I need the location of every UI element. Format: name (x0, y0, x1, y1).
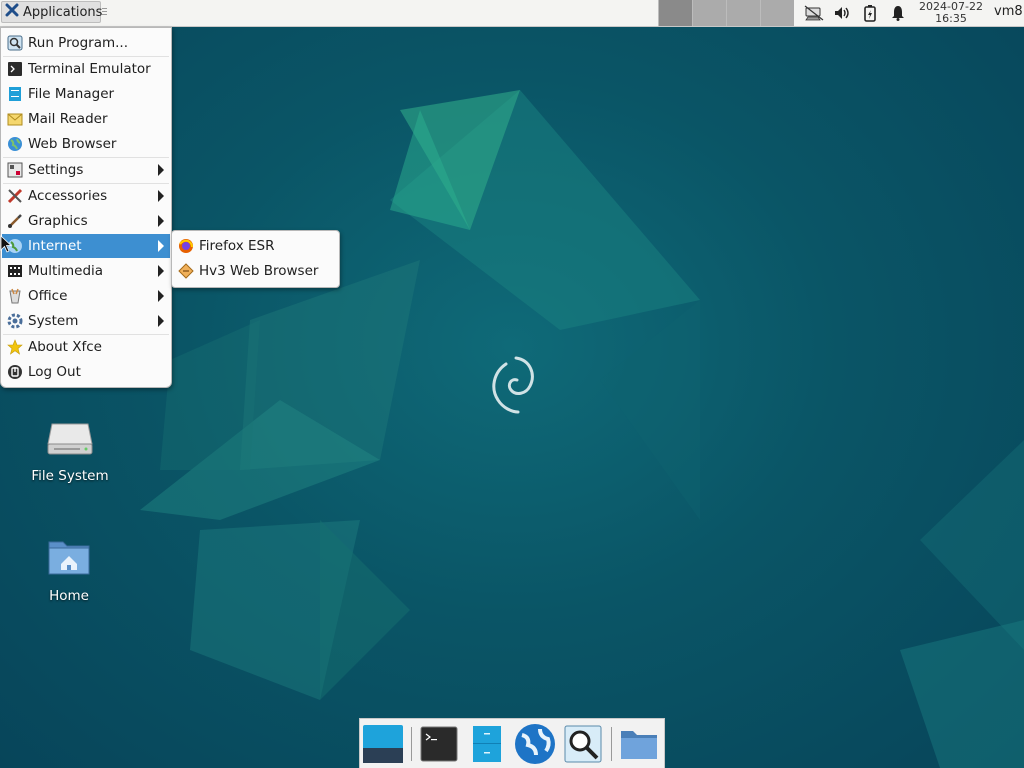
menu-item-label: Log Out (28, 364, 81, 380)
workspace-4[interactable] (760, 0, 794, 26)
desktop-icon-label: Home (49, 588, 89, 604)
submenu-item-hv3-web-browser[interactable]: Hv3 Web Browser (173, 259, 338, 283)
submenu-item-firefox-esr[interactable]: Firefox ESR (173, 234, 338, 258)
applications-menu: Run Program... Terminal Emulator File Ma… (0, 27, 172, 388)
drive-icon (46, 414, 94, 462)
hostname-label: vm8 (994, 4, 1023, 19)
menu-item-internet[interactable]: Internet (2, 234, 170, 258)
submenu-arrow-icon (158, 215, 164, 227)
dock-separator (411, 727, 412, 761)
dock-app-finder-button[interactable] (562, 723, 604, 765)
top-panel: Applications 2024-07-22 16:35 vm8 (0, 0, 1024, 27)
panel-clock[interactable]: 2024-07-22 16:35 (914, 1, 988, 25)
menu-item-log-out[interactable]: Log Out (2, 360, 170, 384)
submenu-item-label: Firefox ESR (199, 238, 275, 254)
submenu-item-label: Hv3 Web Browser (199, 263, 319, 279)
submenu-arrow-icon (158, 164, 164, 176)
menu-item-settings[interactable]: Settings (2, 158, 170, 182)
menu-item-accessories[interactable]: Accessories (2, 184, 170, 208)
menu-item-label: Office (28, 288, 68, 304)
submenu-arrow-icon (158, 315, 164, 327)
menu-item-label: About Xfce (28, 339, 102, 355)
clock-time: 16:35 (935, 12, 967, 25)
menu-item-label: Mail Reader (28, 111, 108, 127)
show-desktop-icon (363, 725, 403, 763)
folder-icon (621, 731, 657, 759)
settings-icon (6, 161, 24, 179)
menu-item-multimedia[interactable]: Multimedia (2, 259, 170, 283)
firefox-icon (177, 237, 195, 255)
menu-item-label: Settings (28, 162, 84, 178)
volume-icon[interactable] (832, 3, 852, 23)
bottom-dock (359, 718, 665, 768)
dock-file-manager-button[interactable] (466, 723, 508, 765)
menu-item-label: Terminal Emulator (28, 61, 151, 77)
logout-icon (6, 363, 24, 381)
dock-terminal-button[interactable] (418, 723, 460, 765)
xfce-logo-icon (5, 3, 19, 21)
web-browser-icon (6, 135, 24, 153)
app-finder-icon (564, 725, 602, 763)
menu-item-terminal-emulator[interactable]: Terminal Emulator (2, 57, 170, 81)
home-folder-icon (45, 534, 93, 582)
submenu-arrow-icon (158, 290, 164, 302)
menu-item-label: System (28, 313, 79, 329)
file-manager-icon (6, 85, 24, 103)
submenu-arrow-icon (158, 265, 164, 277)
internet-submenu: Firefox ESR Hv3 Web Browser (171, 230, 340, 288)
notifications-bell-icon[interactable] (888, 3, 908, 23)
file-manager-icon (473, 726, 501, 762)
desktop-icon-file-system[interactable]: File System (22, 414, 118, 484)
submenu-arrow-icon (158, 190, 164, 202)
graphics-icon (6, 212, 24, 230)
dock-folder-button[interactable] (618, 723, 660, 765)
menu-item-about-xfce[interactable]: About Xfce (2, 335, 170, 359)
menu-item-system[interactable]: System (2, 309, 170, 333)
run-program-icon (6, 34, 24, 52)
menu-item-mail-reader[interactable]: Mail Reader (2, 107, 170, 131)
menu-item-label: File Manager (28, 86, 115, 102)
mail-icon (6, 110, 24, 128)
menu-item-run-program[interactable]: Run Program... (2, 31, 170, 55)
menu-item-label: Internet (28, 238, 82, 254)
hv3-browser-icon (177, 262, 195, 280)
desktop-icon-home[interactable]: Home (21, 534, 117, 604)
show-desktop-button[interactable] (362, 723, 404, 765)
mouse-pointer-icon (0, 235, 12, 253)
system-icon (6, 312, 24, 330)
menu-item-web-browser[interactable]: Web Browser (2, 132, 170, 156)
applications-menu-button[interactable]: Applications (1, 1, 103, 23)
workspace-switcher (658, 0, 794, 26)
menu-item-label: Graphics (28, 213, 88, 229)
terminal-icon (6, 60, 24, 78)
desktop-icon-label: File System (31, 468, 109, 484)
system-tray (804, 3, 908, 23)
web-browser-icon (515, 724, 555, 764)
workspace-2[interactable] (692, 0, 726, 26)
terminal-icon (420, 726, 458, 762)
multimedia-icon (6, 262, 24, 280)
workspace-1[interactable] (658, 0, 692, 26)
network-icon[interactable] (804, 3, 824, 23)
dock-web-browser-button[interactable] (514, 723, 556, 765)
accessories-icon (6, 187, 24, 205)
debian-logo-icon (492, 356, 534, 414)
applications-label: Applications (23, 4, 103, 20)
menu-item-label: Accessories (28, 188, 108, 204)
menu-item-label: Multimedia (28, 263, 104, 279)
menu-item-file-manager[interactable]: File Manager (2, 82, 170, 106)
battery-icon[interactable] (860, 3, 880, 23)
submenu-arrow-icon (158, 240, 164, 252)
dock-separator (611, 727, 612, 761)
office-icon (6, 287, 24, 305)
menu-item-graphics[interactable]: Graphics (2, 209, 170, 233)
star-icon (6, 338, 24, 356)
panel-drag-handle[interactable] (102, 6, 107, 18)
menu-item-label: Web Browser (28, 136, 117, 152)
workspace-3[interactable] (726, 0, 760, 26)
menu-item-office[interactable]: Office (2, 284, 170, 308)
menu-item-label: Run Program... (28, 35, 129, 51)
